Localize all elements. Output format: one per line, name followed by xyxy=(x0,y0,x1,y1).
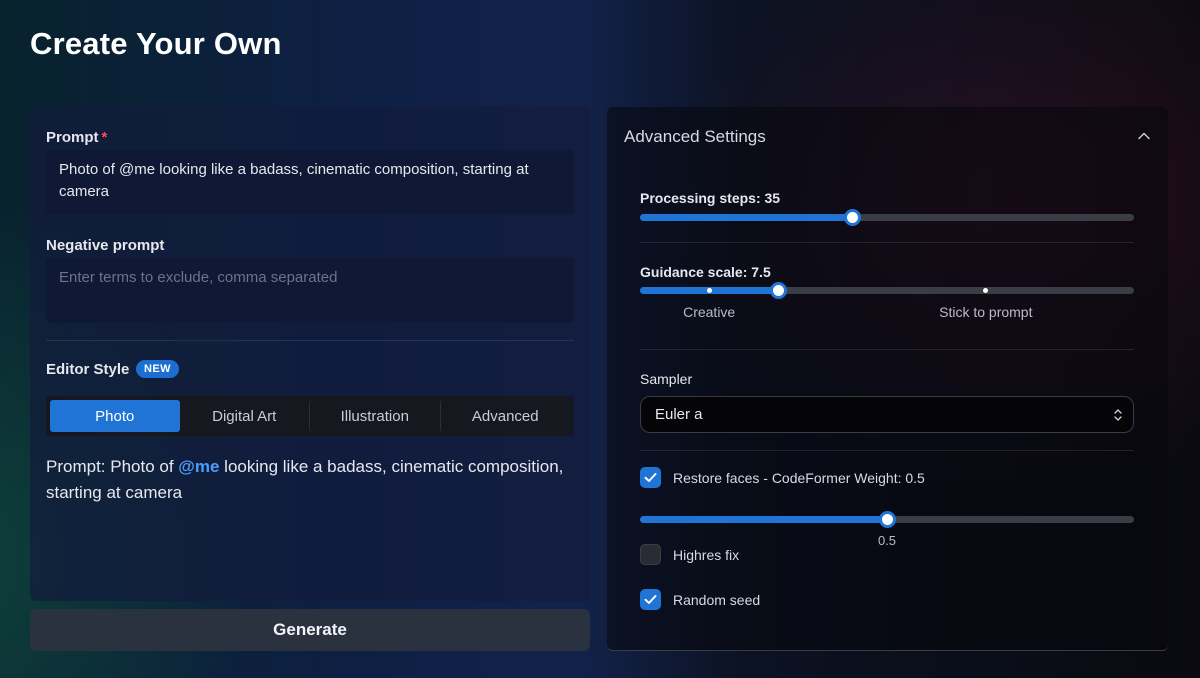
divider xyxy=(640,450,1134,451)
restore-faces-label: Restore faces - CodeFormer Weight: 0.5 xyxy=(673,470,925,486)
slider-thumb[interactable] xyxy=(879,511,896,528)
restore-faces-checkbox[interactable] xyxy=(640,467,661,488)
mark-label-stick-to-prompt: Stick to prompt xyxy=(939,304,1033,320)
divider xyxy=(46,340,574,341)
sampler-label: Sampler xyxy=(640,371,693,387)
new-badge: NEW xyxy=(136,360,179,378)
prompt-panel: Prompt * Photo of @me looking like a bada… xyxy=(30,107,590,601)
advanced-settings-title[interactable]: Advanced Settings xyxy=(624,127,766,147)
slider-mark xyxy=(983,288,989,293)
random-seed-checkbox[interactable] xyxy=(640,589,661,610)
slider-thumb[interactable] xyxy=(844,209,862,226)
generate-button[interactable]: Generate xyxy=(30,609,590,651)
negative-prompt-label: Negative prompt xyxy=(46,237,165,254)
tab-advanced[interactable]: Advanced xyxy=(439,400,571,432)
slider-thumb[interactable] xyxy=(770,282,788,299)
mark-label-creative: Creative xyxy=(683,304,736,320)
processing-steps-slider[interactable] xyxy=(640,209,1134,226)
divider xyxy=(640,349,1134,350)
tab-digital-art[interactable]: Digital Art xyxy=(180,400,310,432)
slider-mark xyxy=(706,288,712,293)
highres-fix-checkbox[interactable] xyxy=(640,544,661,565)
required-mark: * xyxy=(101,129,108,146)
chevron-up-icon[interactable] xyxy=(1136,128,1152,144)
tab-photo[interactable]: Photo xyxy=(50,400,180,432)
guidance-scale-label: Guidance scale: 7.5 xyxy=(640,264,771,280)
highres-fix-label: Highres fix xyxy=(673,547,740,563)
prompt-label: Prompt * xyxy=(46,129,108,146)
sampler-value: Euler a xyxy=(655,406,703,423)
sampler-select[interactable]: Euler a xyxy=(640,396,1134,433)
page-title: Create Your Own xyxy=(30,26,282,61)
guidance-scale-slider[interactable] xyxy=(640,282,1134,299)
prompt-preview: Prompt: Photo of @me looking like a bada… xyxy=(46,457,564,502)
select-arrows-icon xyxy=(1114,409,1122,421)
slider-fill xyxy=(640,516,887,523)
processing-steps-label: Processing steps: 35 xyxy=(640,190,781,206)
check-icon xyxy=(644,595,657,604)
divider xyxy=(640,242,1134,243)
negative-prompt-input[interactable]: Enter terms to exclude, comma separated xyxy=(46,258,574,323)
random-seed-label: Random seed xyxy=(673,592,761,608)
slider-fill xyxy=(640,214,853,221)
codeformer-weight-value: 0.5 xyxy=(877,533,897,548)
codeformer-weight-slider[interactable] xyxy=(640,511,1134,528)
advanced-settings-panel: Advanced Settings Processing steps: 35 G… xyxy=(607,107,1168,651)
editor-style-label: Editor Style xyxy=(46,361,130,378)
tab-illustration[interactable]: Illustration xyxy=(309,400,440,432)
check-icon xyxy=(644,473,657,482)
mention: @me xyxy=(178,457,220,476)
editor-style-tabs: Photo Digital Art Illustration Advanced xyxy=(46,396,574,436)
prompt-input[interactable]: Photo of @me looking like a badass, cine… xyxy=(46,150,574,214)
